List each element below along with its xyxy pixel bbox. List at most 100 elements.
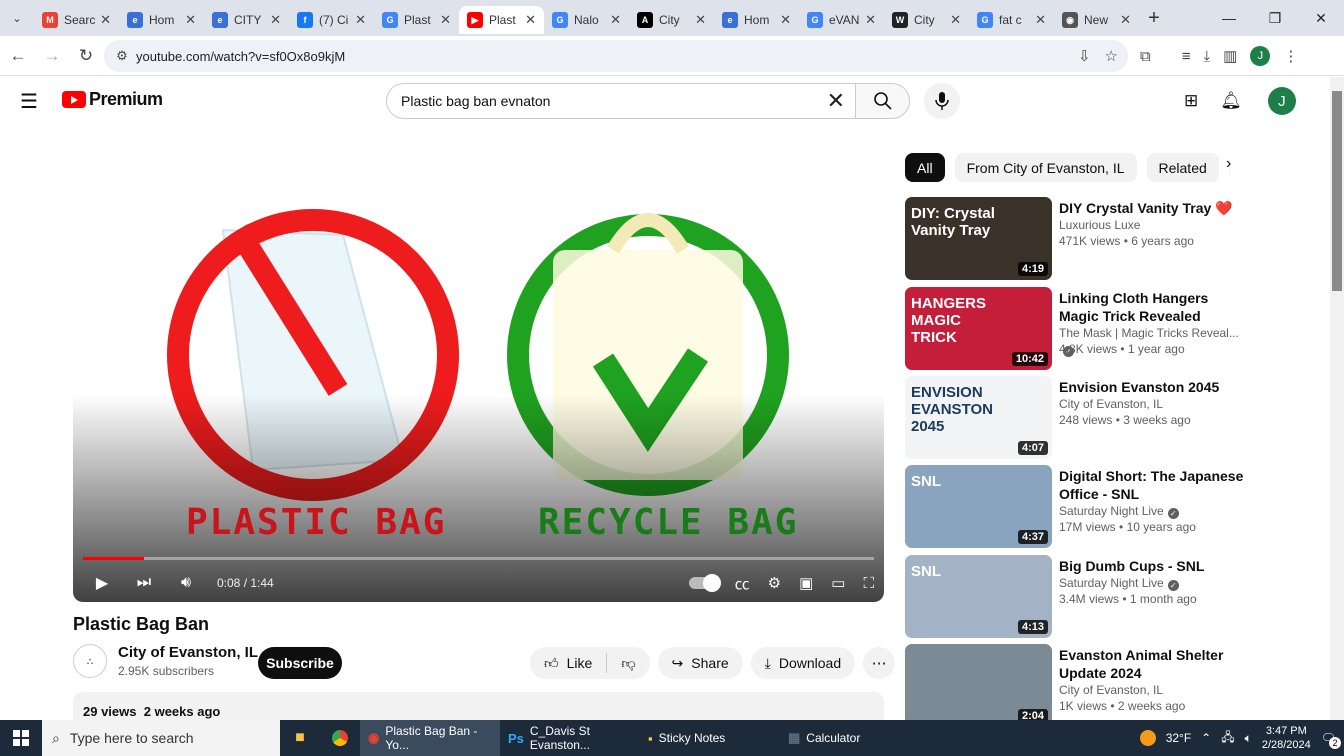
subscribe-button[interactable]: Subscribe	[258, 647, 342, 679]
video-title[interactable]: Envision Evanston 2045	[1059, 378, 1244, 396]
taskbar-app[interactable]: Ps C_Davis St Evanston...	[500, 720, 640, 756]
channel-name[interactable]: City of Evanston, IL	[118, 644, 258, 661]
voice-search-button[interactable]	[924, 83, 960, 119]
scrollbar-thumb[interactable]	[1332, 91, 1342, 291]
browser-tab[interactable]: f (7) Ci ✕	[289, 6, 374, 34]
browser-tab[interactable]: GeVAN ✕	[799, 6, 884, 34]
browser-tab[interactable]: A City ✕	[629, 6, 714, 34]
taskbar-app[interactable]: ◉ Plastic Bag Ban - Yo...	[360, 720, 500, 756]
browser-tab[interactable]: ▶ Plast ✕	[459, 6, 544, 34]
close-tab-icon[interactable]: ✕	[185, 12, 196, 28]
channel-name[interactable]: City of Evanston, IL	[1059, 397, 1163, 411]
site-info-icon[interactable]: ⚙	[108, 48, 136, 64]
tray-up-arrow-icon[interactable]: ⌃	[1201, 731, 1211, 745]
play-icon[interactable]: ▶	[81, 573, 123, 593]
downloads-icon[interactable]: ⤓	[1203, 48, 1210, 65]
theater-mode-icon[interactable]: ▭	[831, 574, 845, 592]
video-title[interactable]: Big Dumb Cups - SNL	[1059, 557, 1244, 575]
close-tab-icon[interactable]: ✕	[780, 12, 791, 28]
network-icon[interactable]: 🖧︎	[1221, 728, 1234, 749]
download-button[interactable]: ⤓ Download	[750, 647, 856, 679]
close-tab-icon[interactable]: ✕	[695, 12, 706, 28]
video-thumbnail[interactable]: DIY: Crystal Vanity Tray 4:19	[905, 197, 1052, 280]
taskbar-app[interactable]: ▦ Calculator	[780, 720, 920, 756]
tab-search-icon[interactable]: ⌄	[0, 0, 34, 36]
account-avatar[interactable]: J	[1267, 87, 1296, 115]
close-tab-icon[interactable]: ✕	[270, 12, 281, 28]
notifications-bell-icon[interactable]: 🔔︎	[1220, 91, 1242, 111]
more-actions-icon[interactable]: ⋯	[863, 647, 896, 679]
notifications-icon[interactable]: 🗨︎ 2	[1321, 731, 1341, 749]
close-tab-icon[interactable]: ✕	[610, 12, 621, 28]
forward-button[interactable]: →	[36, 40, 68, 72]
file-explorer-icon[interactable]: ■	[280, 720, 320, 756]
clock[interactable]: 3:47 PM 2/28/2024	[1262, 724, 1311, 752]
browser-tab[interactable]: M Searc ✕	[34, 6, 119, 34]
browser-tab[interactable]: e Hom ✕	[714, 6, 799, 34]
page-scrollbar[interactable]	[1330, 77, 1344, 720]
video-thumbnail[interactable]: ENVISION EVANSTON 2045 4:07	[905, 376, 1052, 459]
bookmark-star-icon[interactable]: ☆	[1105, 47, 1118, 65]
close-tab-icon[interactable]: ✕	[355, 12, 366, 28]
filter-chip[interactable]: From City of Evanston, IL	[954, 153, 1137, 182]
volume-icon[interactable]: 🔊︎	[165, 574, 207, 592]
recommended-video[interactable]: HANGERS MAGIC TRICK 10:42 Linking Cloth Ha…	[905, 287, 1250, 371]
channel-name[interactable]: The Mask | Magic Tricks Reveal...	[1059, 326, 1239, 340]
dislike-button[interactable]: 👎︎	[607, 647, 650, 679]
windows-start-icon[interactable]	[0, 720, 42, 756]
close-tab-icon[interactable]: ✕	[865, 12, 876, 28]
recommended-video[interactable]: ENVISION EVANSTON 2045 4:07 Envision Evans…	[905, 376, 1250, 460]
channel-name[interactable]: Luxurious Luxe	[1059, 218, 1140, 232]
filter-chip[interactable]: Related	[1146, 153, 1219, 182]
next-icon[interactable]: ⏭	[123, 574, 165, 592]
close-tab-icon[interactable]: ✕	[1120, 12, 1131, 28]
video-thumbnail[interactable]: SNL 4:13	[905, 555, 1052, 638]
progress-bar[interactable]	[83, 557, 874, 560]
side-panel-icon[interactable]: ▥	[1223, 47, 1237, 65]
video-title[interactable]: DIY Crystal Vanity Tray ❤️	[1059, 199, 1244, 217]
create-video-icon[interactable]: ⊞	[1184, 91, 1198, 111]
subtitles-icon[interactable]: ㏄	[735, 573, 750, 594]
recommended-video[interactable]: 2:04 Evanston Animal Shelter Update 2024 C…	[905, 644, 1250, 728]
hamburger-menu-icon[interactable]: ☰	[20, 89, 38, 114]
recommended-video[interactable]: SNL 4:13 Big Dumb Cups - SNL Saturday Night…	[905, 555, 1250, 639]
video-thumbnail[interactable]: 2:04	[905, 644, 1052, 727]
browser-tab[interactable]: ◉ New ✕	[1054, 6, 1139, 34]
chrome-icon[interactable]	[320, 720, 360, 756]
channel-name[interactable]: Saturday Night Live	[1059, 504, 1164, 518]
browser-tab[interactable]: G Nalo ✕	[544, 6, 629, 34]
miniplayer-icon[interactable]: ▣	[799, 574, 813, 592]
speaker-icon[interactable]: 🔈︎	[1245, 731, 1252, 746]
browser-tab[interactable]: W City ✕	[884, 6, 969, 34]
channel-avatar[interactable]: ⛬	[73, 644, 107, 678]
share-button[interactable]: ↪ Share	[657, 647, 743, 679]
maximize-icon[interactable]: ❐	[1252, 0, 1298, 36]
search-input[interactable]: Plastic bag ban evnaton ✕	[386, 83, 856, 119]
close-tab-icon[interactable]: ✕	[1035, 12, 1046, 28]
browser-menu-icon[interactable]: ⋮	[1283, 47, 1298, 65]
taskbar-search[interactable]: ⌕ Type here to search	[42, 720, 280, 756]
youtube-logo[interactable]: Premium	[62, 89, 163, 110]
browser-tab[interactable]: Gfat c ✕	[969, 6, 1054, 34]
search-button[interactable]	[855, 83, 910, 119]
profile-avatar[interactable]: J	[1250, 46, 1271, 66]
clear-search-icon[interactable]: ✕	[827, 88, 845, 114]
minimize-icon[interactable]: —	[1206, 0, 1252, 36]
taskbar-app[interactable]: ▪ Sticky Notes	[640, 720, 780, 756]
settings-gear-icon[interactable]: ⚙	[768, 574, 781, 592]
close-tab-icon[interactable]: ✕	[100, 12, 111, 28]
media-control-icon[interactable]: ≡	[1182, 48, 1191, 65]
recommended-video[interactable]: SNL 4:37 Digital Short: The Japanese Offic…	[905, 465, 1250, 549]
back-button[interactable]: ←	[2, 40, 34, 72]
video-title[interactable]: Digital Short: The Japanese Office - SNL	[1059, 467, 1244, 503]
video-thumbnail[interactable]: HANGERS MAGIC TRICK 10:42	[905, 287, 1052, 370]
close-window-icon[interactable]: ✕	[1298, 0, 1344, 36]
browser-tab[interactable]: e Hom ✕	[119, 6, 204, 34]
browser-tab[interactable]: e CITY ✕	[204, 6, 289, 34]
close-tab-icon[interactable]: ✕	[525, 12, 536, 28]
filter-chip[interactable]: All	[905, 153, 945, 182]
extensions-icon[interactable]: ⧉	[1140, 48, 1151, 65]
chevron-right-icon[interactable]: ›	[1226, 155, 1231, 173]
channel-name[interactable]: Saturday Night Live	[1059, 576, 1164, 590]
close-tab-icon[interactable]: ✕	[950, 12, 961, 28]
